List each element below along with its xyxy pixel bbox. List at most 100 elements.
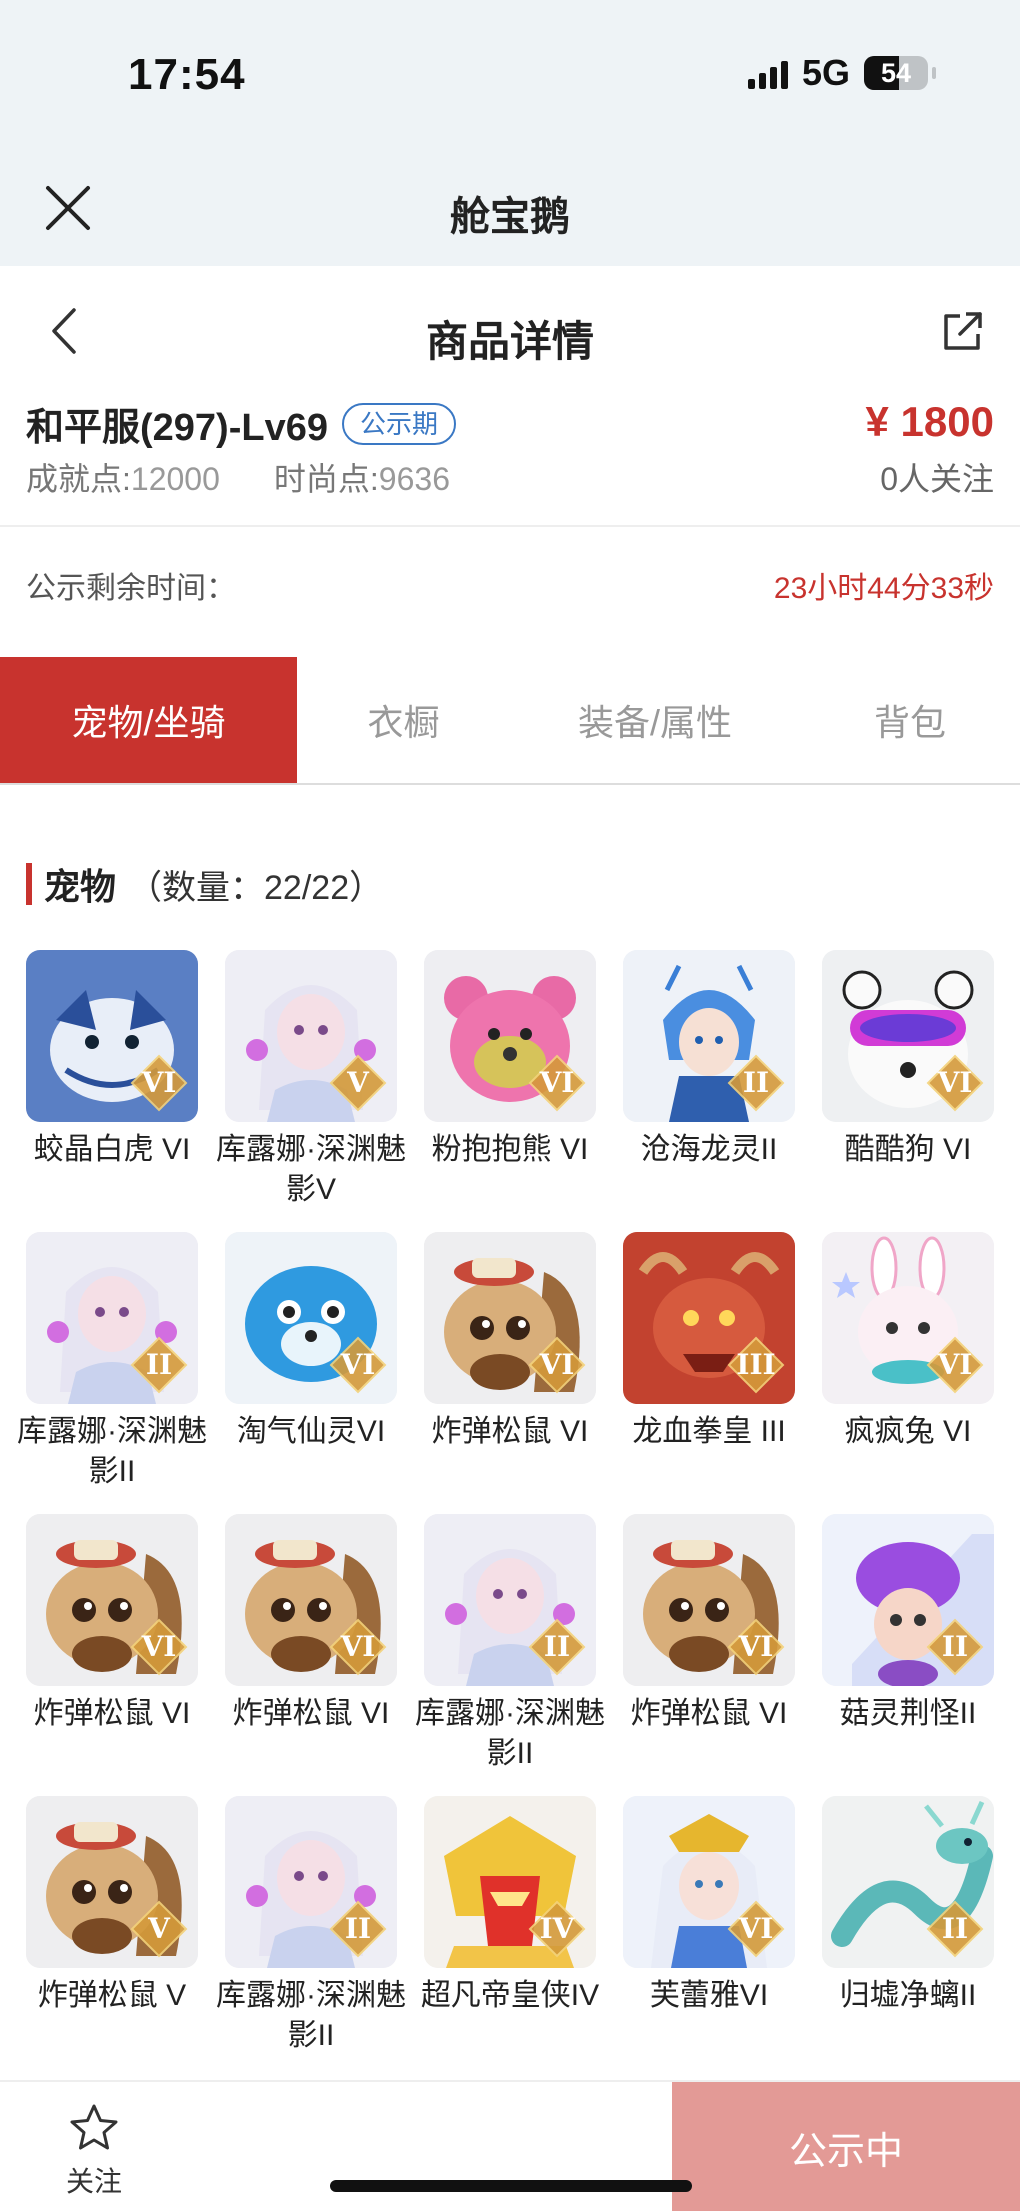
status-cta-button[interactable]: 公示中 [672,2082,1020,2211]
rank-badge: VI [528,1336,586,1394]
section-title: 宠物 [44,866,117,907]
pet-name: 炸弹松鼠 VI [33,1697,191,1730]
achievement-points: 成就点:12000 [26,454,220,500]
status-badge: 公示期 [341,402,456,445]
section-count: （数量：22/22） [128,868,384,907]
pet-card[interactable]: II 库露娜·深渊魅影II [17,1232,207,1514]
rank-numeral: VI [539,1348,575,1381]
tab-backpack[interactable]: 背包 [800,657,1020,783]
rank-numeral: II [941,1630,969,1663]
pet-card[interactable]: IV 超凡帝皇侠IV [421,1796,599,2078]
rank-numeral: VI [937,1348,973,1381]
rank-numeral: VI [340,1348,376,1381]
home-indicator [330,2180,692,2192]
pet-image: IV [424,1796,596,1968]
follow-button[interactable]: 关注 [56,2102,132,2200]
pet-card[interactable]: II 库露娜·深渊魅影II [216,1796,406,2078]
rank-badge: II [926,1618,984,1676]
share-icon [944,312,982,350]
product-name: 和平服(297)-Lv69 [26,407,328,449]
battery-level: 54 [880,58,912,88]
star-icon [70,2104,118,2150]
pet-image: VI [623,1514,795,1686]
rank-numeral: II [941,1912,969,1945]
pet-card[interactable]: VI 粉抱抱熊 VI [424,950,596,1232]
pet-image: VI [822,1232,994,1404]
rank-badge: IV [528,1900,586,1958]
rank-badge: II [130,1336,188,1394]
rank-numeral: III [736,1348,776,1381]
product-info: 和平服(297)-Lv69 公示期 ¥ 1800 成就点:12000 时尚点:9… [0,396,1020,526]
fashion-points: 时尚点:9636 [274,454,450,500]
rank-numeral: II [742,1066,770,1099]
product-stats: 成就点:12000 时尚点:9636 [26,454,450,500]
rank-numeral: IV [539,1912,575,1945]
product-name-row: 和平服(297)-Lv69 公示期 [26,396,456,451]
page-title: 商品详情 [425,318,594,365]
rank-numeral: II [145,1348,173,1381]
pet-card[interactable]: VI 酷酷狗 VI [822,950,994,1232]
pet-card[interactable]: VI 蛟晶白虎 VI [26,950,198,1232]
rank-numeral: II [344,1912,372,1945]
pet-card[interactable]: VI 炸弹松鼠 VI [26,1514,198,1796]
rank-badge: VI [329,1336,387,1394]
pet-card[interactable]: II 库露娜·深渊魅影II [415,1514,605,1796]
pet-name: 淘气仙灵VI [236,1415,386,1448]
remaining-time-label: 公示剩余时间： [26,572,236,605]
rank-badge: VI [727,1618,785,1676]
pet-card[interactable]: V 炸弹松鼠 V [26,1796,198,2078]
pet-card[interactable]: VI 炸弹松鼠 VI [623,1514,795,1796]
pet-card[interactable]: II 归墟净螭II [822,1796,994,2078]
section-header: 宠物 （数量：22/22） [26,858,383,910]
follower-count: 0人关注 [880,461,994,497]
pet-name: 疯疯兔 VI [844,1415,972,1448]
pet-image: II [424,1514,596,1686]
rank-numeral: VI [937,1066,973,1099]
rank-numeral: VI [738,1630,774,1663]
achievement-label: 成就点: [26,461,131,497]
network-type: 5G [801,52,850,93]
pet-card[interactable]: VI 疯疯兔 VI [822,1232,994,1514]
pet-card[interactable]: VI 炸弹松鼠 VI [424,1232,596,1514]
pet-name: 炸弹松鼠 VI [630,1697,788,1730]
pet-image: VI [26,950,198,1122]
pet-card[interactable]: II 沧海龙灵II [623,950,795,1232]
section-accent-bar [26,863,32,905]
pet-image: VI [225,1232,397,1404]
rank-badge: VI [130,1618,188,1676]
pet-name: 超凡帝皇侠IV [420,1979,600,2012]
pet-card[interactable]: VI 芙蕾雅VI [623,1796,795,2078]
pet-image: II [822,1514,994,1686]
rank-numeral: V [347,1066,369,1099]
pet-image: VI [424,950,596,1122]
pet-name: 归墟净螭II [839,1979,977,2012]
remaining-time-value: 23小时44分33秒 [773,572,994,605]
pet-name: 粉抱抱熊 VI [431,1133,589,1166]
rank-badge: II [329,1900,387,1958]
page-header: 商品详情 [0,266,1020,396]
status-time: 17:54 [128,50,246,99]
pet-image: II [26,1232,198,1404]
pet-card[interactable]: VI 炸弹松鼠 VI [225,1514,397,1796]
tab-wardrobe[interactable]: 衣橱 [297,657,510,783]
pet-name: 龙血拳皇 III [632,1415,786,1448]
rank-badge: V [130,1900,188,1958]
pet-name: 沧海龙灵II [640,1133,778,1166]
pet-name: 蛟晶白虎 VI [33,1133,191,1166]
pet-card[interactable]: II 菇灵荆怪II [822,1514,994,1796]
pet-card[interactable]: V 库露娜·深渊魅影V [216,950,406,1232]
fashion-value: 9636 [378,461,450,497]
pet-name: 炸弹松鼠 VI [431,1415,589,1448]
tab-equipment[interactable]: 装备/属性 [510,657,800,783]
rank-numeral: V [148,1912,170,1945]
pet-card[interactable]: VI 淘气仙灵VI [225,1232,397,1514]
achievement-value: 12000 [130,461,220,497]
battery-tip [932,67,936,79]
rank-badge: VI [926,1054,984,1112]
category-tabs: 宠物/坐骑 衣橱 装备/属性 背包 [0,657,1020,785]
pet-name: 炸弹松鼠 V [37,1979,187,2012]
tab-pets-mounts[interactable]: 宠物/坐骑 [0,657,297,783]
pet-image: VI [424,1232,596,1404]
share-button[interactable] [940,310,984,354]
pet-card[interactable]: III 龙血拳皇 III [623,1232,795,1514]
